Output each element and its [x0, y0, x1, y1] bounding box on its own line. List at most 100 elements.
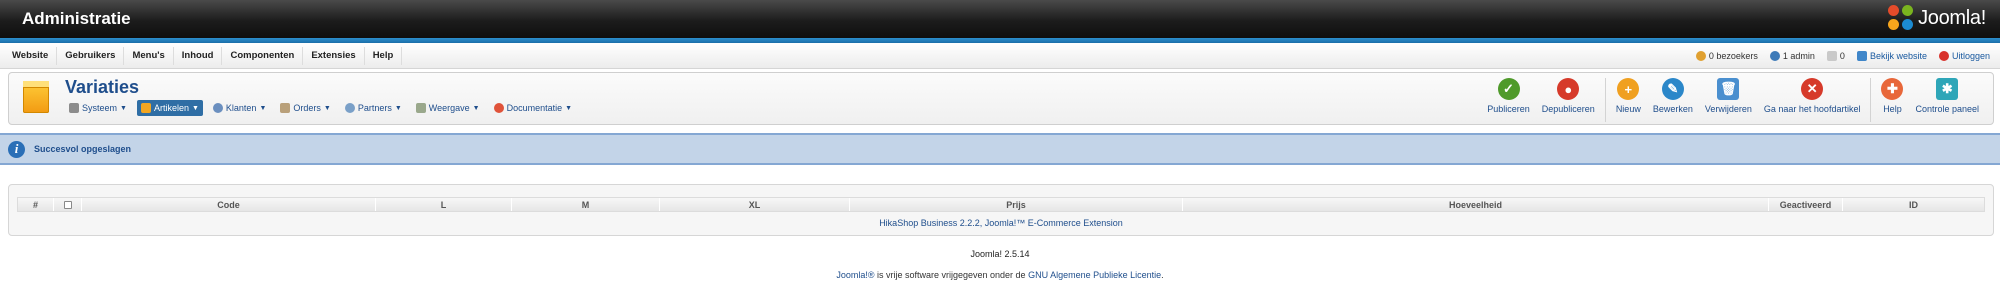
- submenu-orders[interactable]: Orders ▼: [276, 100, 334, 116]
- new-label: Nieuw: [1615, 104, 1641, 114]
- gpl-license-link[interactable]: GNU Algemene Publieke Licentie: [1028, 270, 1161, 280]
- new-button[interactable]: + Nieuw: [1610, 78, 1647, 122]
- select-all-checkbox[interactable]: [63, 200, 72, 209]
- toolbar-separator: [1870, 78, 1872, 122]
- visitors-count: 0 bezoekers: [1708, 50, 1758, 61]
- info-icon: i: [8, 140, 25, 158]
- menu-menus[interactable]: Menu's: [124, 46, 174, 65]
- chevron-down-icon: ▼: [259, 104, 267, 112]
- table-header: # Code L M XL Prijs Hoeveelheid Geactive…: [17, 197, 1985, 212]
- main-menu: Website Gebruikers Menu's Inhoud Compone…: [4, 46, 403, 65]
- messages-icon: [1826, 50, 1837, 61]
- list-container: # Code L M XL Prijs Hoeveelheid Geactive…: [8, 184, 1994, 236]
- menu-components[interactable]: Componenten: [222, 46, 304, 65]
- pencil-icon: ✎: [1661, 78, 1684, 100]
- messages-status: 0: [1826, 50, 1845, 61]
- lifebuoy-icon: [493, 103, 504, 113]
- column-price[interactable]: Prijs: [850, 198, 1183, 211]
- action-toolbar: ✓ Publiceren ● Depubliceren + Nieuw ✎ Be…: [1481, 78, 1985, 122]
- admin-title: Administratie: [22, 9, 131, 28]
- goto-main-label: Ga naar het hoofdartikel: [1763, 104, 1861, 114]
- box-icon: [140, 103, 151, 113]
- delete-button[interactable]: 🗑 Verwijderen: [1699, 78, 1758, 122]
- plus-icon: +: [1617, 78, 1640, 100]
- chevron-down-icon: ▼: [323, 104, 331, 112]
- license-text-middle: is vrije software vrijgegeven onder de: [874, 270, 1029, 280]
- monitor-icon: [1856, 50, 1867, 61]
- column-quantity[interactable]: Hoeveelheid: [1183, 198, 1769, 211]
- column-m[interactable]: M: [512, 198, 660, 211]
- menu-help[interactable]: Help: [365, 46, 403, 65]
- visitors-status: 0 bezoekers: [1695, 50, 1758, 61]
- messages-count: 0: [1839, 50, 1845, 61]
- submenu-system[interactable]: Systeem ▼: [65, 100, 131, 116]
- control-panel-button[interactable]: ✱ Controle paneel: [1909, 78, 1985, 122]
- column-id[interactable]: ID: [1843, 198, 1984, 211]
- control-panel-icon: ✱: [1936, 78, 1959, 100]
- publish-button[interactable]: ✓ Publiceren: [1481, 78, 1536, 122]
- goto-main-button[interactable]: ✕ Ga naar het hoofdartikel: [1758, 78, 1867, 122]
- visitors-icon: [1695, 50, 1706, 61]
- message-text: Succesvol opgeslagen: [34, 144, 132, 154]
- submenu-display-label: Weergave: [428, 103, 470, 113]
- submenu-display[interactable]: Weergave ▼: [412, 100, 484, 116]
- system-message: i Succesvol opgeslagen: [0, 133, 2000, 165]
- admins-status: 1 admin: [1769, 50, 1815, 61]
- toolbar-separator: [1604, 78, 1606, 122]
- publish-label: Publiceren: [1487, 104, 1530, 114]
- lifebuoy-icon: ✚: [1881, 78, 1904, 100]
- license-text: Joomla!® is vrije software vrijgegeven o…: [0, 270, 2000, 280]
- submenu-documentation-label: Documentatie: [506, 103, 563, 113]
- submenu-partners-label: Partners: [357, 103, 392, 113]
- chevron-down-icon: ▼: [472, 104, 480, 112]
- unpublish-button[interactable]: ● Depubliceren: [1536, 78, 1601, 122]
- admins-count: 1 admin: [1782, 50, 1815, 61]
- column-l[interactable]: L: [376, 198, 512, 211]
- logout-label: Uitloggen: [1951, 50, 1990, 61]
- joomla-link[interactable]: Joomla!®: [836, 270, 874, 280]
- control-panel-label: Controle paneel: [1915, 104, 1979, 114]
- users-icon: [212, 103, 223, 113]
- logout-link[interactable]: Uitloggen: [1938, 50, 1990, 61]
- menu-extensions[interactable]: Extensies: [303, 46, 365, 65]
- menu-website[interactable]: Website: [4, 46, 58, 65]
- submenu-documentation[interactable]: Documentatie ▼: [490, 100, 576, 116]
- column-xl[interactable]: XL: [660, 198, 850, 211]
- hikashop-credit-link[interactable]: HikaShop Business 2.2.2, Joomla!™ E-Comm…: [9, 218, 1993, 228]
- column-select-all[interactable]: [54, 198, 82, 211]
- menu-bar: Website Gebruikers Menu's Inhoud Compone…: [0, 43, 2000, 69]
- chevron-down-icon: ▼: [394, 104, 402, 112]
- submenu-system-label: Systeem: [82, 103, 118, 113]
- license-text-end: .: [1161, 270, 1164, 280]
- column-activated[interactable]: Geactiveerd: [1769, 198, 1843, 211]
- joomla-logo-icon: [1888, 5, 1914, 31]
- joomla-logo-text: Joomla!: [1918, 6, 1986, 29]
- submenu-articles-label: Artikelen: [153, 103, 189, 113]
- partners-icon: [344, 103, 355, 113]
- view-site-link[interactable]: Bekijk website: [1856, 50, 1927, 61]
- view-site-label: Bekijk website: [1869, 50, 1927, 61]
- submenu-orders-label: Orders: [293, 103, 321, 113]
- chevron-down-icon: ▼: [120, 104, 127, 112]
- submenu-articles[interactable]: Artikelen ▼: [136, 100, 203, 116]
- joomla-logo: Joomla!: [1888, 5, 1986, 31]
- menu-users[interactable]: Gebruikers: [57, 46, 125, 65]
- orders-icon: [280, 103, 291, 113]
- logout-icon: [1938, 50, 1949, 61]
- submenu-partners[interactable]: Partners ▼: [341, 100, 406, 116]
- help-button[interactable]: ✚ Help: [1875, 78, 1909, 122]
- column-number[interactable]: #: [18, 198, 54, 211]
- toolbar-box: Variaties Systeem ▼ Artikelen ▼ Klanten …: [8, 72, 1994, 125]
- wrench-icon: [69, 103, 79, 113]
- help-label: Help: [1883, 104, 1902, 114]
- checkmark-icon: ✓: [1497, 78, 1520, 100]
- component-box-icon: [23, 81, 49, 113]
- edit-label: Bewerken: [1652, 104, 1693, 114]
- trash-icon: 🗑: [1717, 78, 1740, 100]
- submenu-customers[interactable]: Klanten ▼: [209, 100, 270, 116]
- page-title: Variaties: [65, 77, 140, 97]
- column-code[interactable]: Code: [82, 198, 376, 211]
- display-icon: [415, 103, 426, 113]
- menu-content[interactable]: Inhoud: [174, 46, 223, 65]
- edit-button[interactable]: ✎ Bewerken: [1647, 78, 1699, 122]
